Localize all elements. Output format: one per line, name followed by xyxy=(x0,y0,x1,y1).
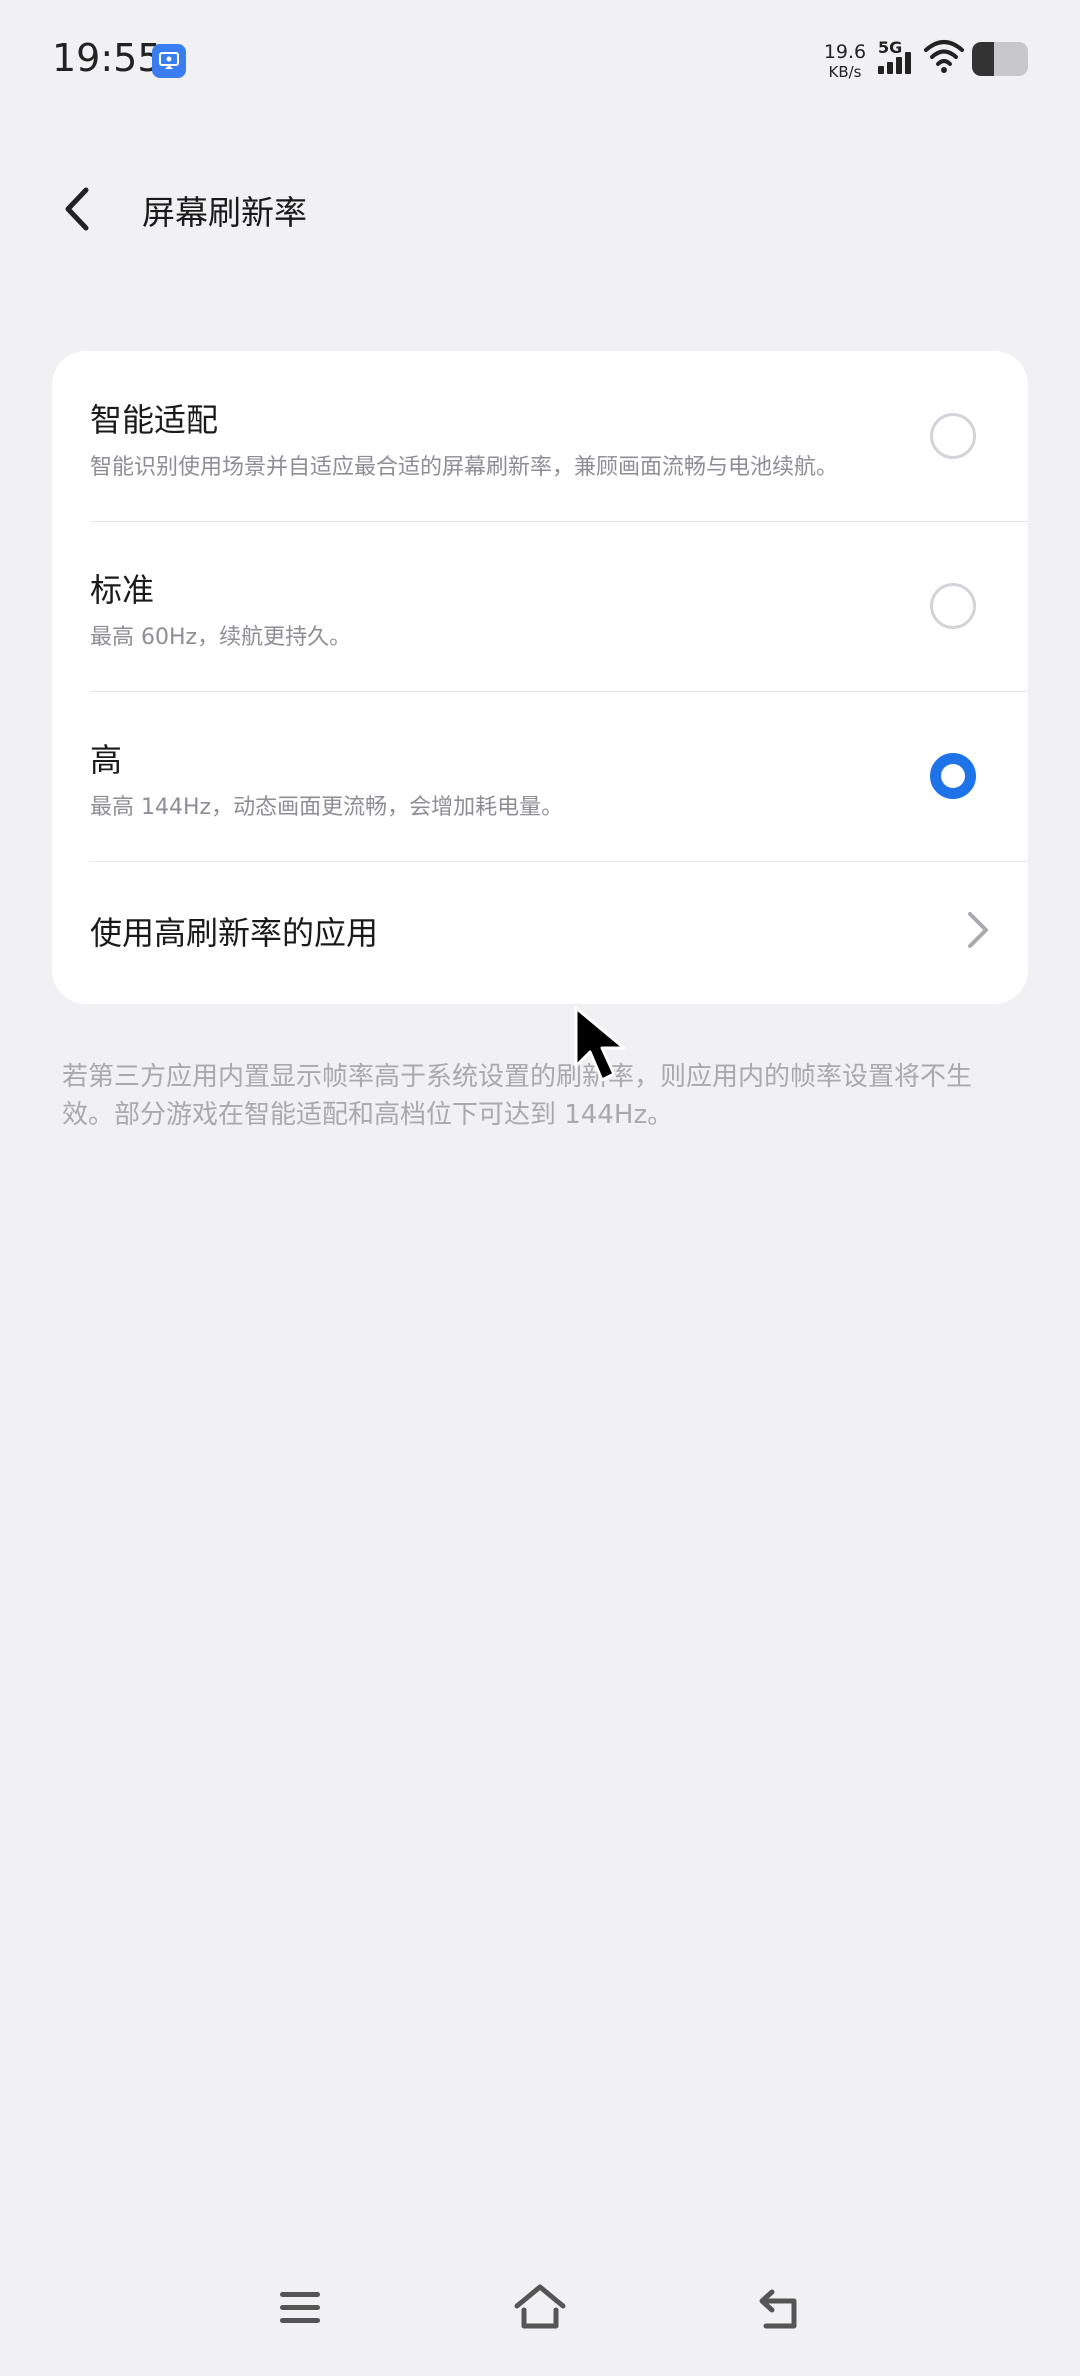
status-time: 19:55 xyxy=(52,36,162,80)
page-title: 屏幕刷新率 xyxy=(142,193,307,232)
option-description: 最高 60Hz，续航更持久。 xyxy=(90,625,352,650)
chevron-right-icon xyxy=(968,912,988,948)
menu-icon[interactable] xyxy=(278,2288,322,2328)
radio-button[interactable] xyxy=(930,753,976,799)
option-title: 智能适配 xyxy=(90,401,219,439)
high-refresh-apps-row[interactable]: 使用高刷新率的应用 xyxy=(52,862,1028,1004)
option-title: 标准 xyxy=(90,571,155,609)
status-bar: 19:55 19.6 KB/s 5G xyxy=(0,0,1080,120)
radio-button[interactable] xyxy=(930,413,976,459)
refresh-rate-card: 智能适配 智能识别使用场景并自适应最合适的屏幕刷新率，兼顾画面流畅与电池续航。 … xyxy=(52,351,1028,1004)
option-title: 高 xyxy=(90,741,123,779)
option-high[interactable]: 高 最高 144Hz，动态画面更流畅，会增加耗电量。 xyxy=(52,692,1028,862)
wifi-icon xyxy=(924,38,964,78)
apps-row-label: 使用高刷新率的应用 xyxy=(90,914,379,952)
chevron-left-icon xyxy=(65,187,89,231)
radio-button[interactable] xyxy=(930,583,976,629)
option-smart[interactable]: 智能适配 智能识别使用场景并自适应最合适的屏幕刷新率，兼顾画面流畅与电池续航。 xyxy=(52,351,1028,521)
back-button[interactable] xyxy=(56,178,112,240)
battery-icon xyxy=(972,42,1028,76)
screen-cast-icon xyxy=(152,44,186,78)
network-speed-unit: KB/s xyxy=(828,63,862,81)
home-icon[interactable] xyxy=(512,2282,568,2332)
mouse-pointer-icon xyxy=(574,1006,626,1082)
option-description: 最高 144Hz，动态画面更流畅，会增加耗电量。 xyxy=(90,795,564,820)
network-speed-value: 19.6 xyxy=(823,41,867,63)
option-standard[interactable]: 标准 最高 60Hz，续航更持久。 xyxy=(52,522,1028,692)
network-speed: 19.6 KB/s xyxy=(822,42,868,82)
signal-icon xyxy=(878,52,914,78)
back-icon[interactable] xyxy=(756,2288,802,2330)
option-description: 智能识别使用场景并自适应最合适的屏幕刷新率，兼顾画面流畅与电池续航。 xyxy=(90,455,839,480)
footnote-text: 若第三方应用内置显示帧率高于系统设置的刷新率，则应用内的帧率设置将不生效。部分游… xyxy=(62,1062,973,1130)
battery-fill xyxy=(972,42,995,76)
